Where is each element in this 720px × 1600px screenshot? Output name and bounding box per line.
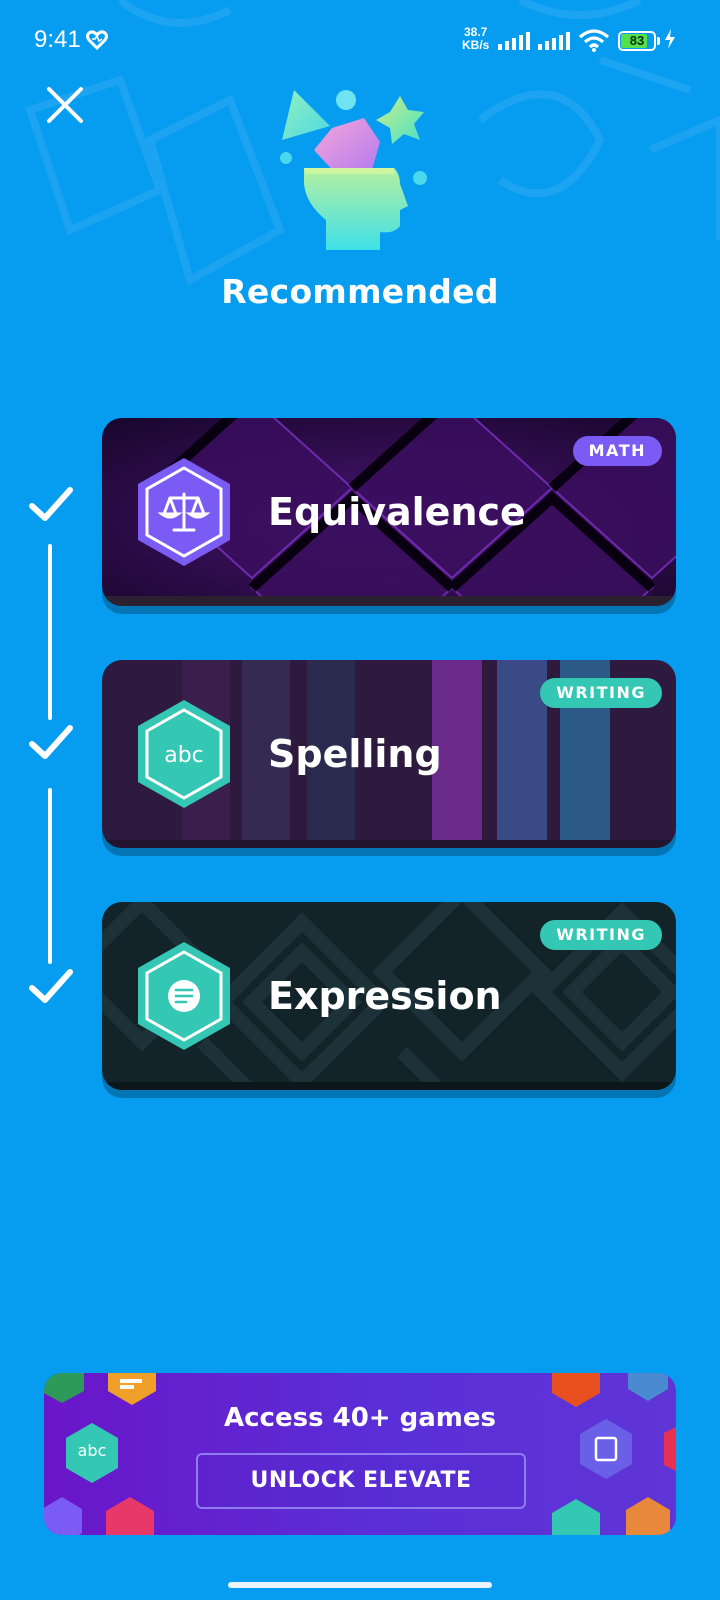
game-title: Equivalence (268, 490, 526, 534)
category-tag: WRITING (540, 678, 662, 708)
game-card-equivalence[interactable]: Equivalence MATH (102, 418, 676, 606)
network-speed: 38.7 KB/s (462, 26, 489, 52)
text-lines-icon (138, 942, 230, 1050)
abc-icon: abc (138, 700, 230, 808)
heart-icon (86, 30, 108, 50)
status-time: 9:41 (34, 26, 81, 53)
abc-badge-label: abc (77, 1441, 107, 1460)
scales-icon (138, 458, 230, 566)
check-icon (29, 969, 73, 1003)
game-card-spelling[interactable]: abc Spelling WRITING (102, 660, 676, 848)
wifi-icon (578, 29, 610, 52)
promo-headline: Access 40+ games (224, 1403, 496, 1433)
unlock-elevate-button[interactable]: UNLOCK ELEVATE (196, 1453, 526, 1509)
game-title: Spelling (268, 732, 442, 776)
charging-icon (665, 29, 675, 49)
close-icon[interactable] (42, 82, 88, 128)
abc-icon-label: abc (164, 743, 204, 768)
category-tag: WRITING (540, 920, 662, 950)
signal-icon-2 (538, 32, 570, 50)
page-title: Recommended (221, 272, 499, 311)
timeline-connector (48, 544, 52, 720)
battery-level: 83 (629, 33, 645, 48)
unlock-promo-banner[interactable]: abc Access 40+ games UNLOCK ELEVATE (44, 1373, 676, 1535)
battery-indicator: 83 (618, 31, 656, 51)
game-title: Expression (268, 974, 502, 1018)
network-speed-unit: KB/s (462, 38, 490, 52)
check-icon (29, 725, 73, 759)
timeline-connector (48, 788, 52, 964)
brain-shapes-icon (280, 90, 427, 250)
category-tag: MATH (572, 436, 662, 466)
check-icon (29, 487, 73, 521)
signal-icon (498, 32, 530, 50)
status-bar: 9:41 38.7 KB/s 83 (0, 0, 720, 84)
home-indicator[interactable] (228, 1582, 492, 1588)
battery-cap (657, 37, 660, 45)
game-card-expression[interactable]: Expression WRITING (102, 902, 676, 1090)
